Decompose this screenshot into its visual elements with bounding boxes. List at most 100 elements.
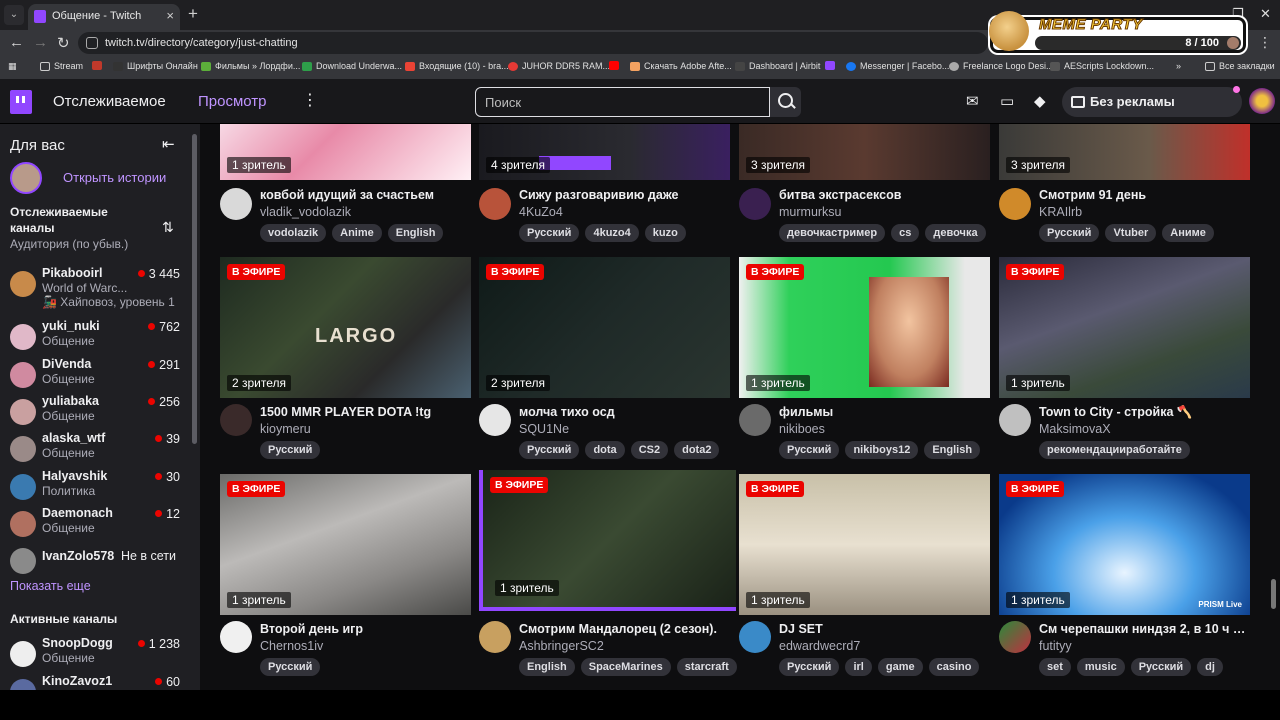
whispers-icon[interactable]: ▭ bbox=[1000, 92, 1014, 110]
sidebar-scrollbar[interactable] bbox=[192, 134, 197, 444]
tag[interactable]: English bbox=[924, 441, 981, 459]
channel-name[interactable]: edwardwecrd7 bbox=[779, 639, 860, 653]
close-window-icon[interactable]: ✕ bbox=[1260, 6, 1271, 22]
more-bookmarks-icon[interactable]: » bbox=[1176, 61, 1181, 71]
avatar[interactable] bbox=[220, 188, 252, 220]
tag[interactable]: Русский bbox=[519, 441, 580, 459]
stream-thumbnail[interactable]: В ЭФИРЕ 1 зритель bbox=[220, 474, 471, 615]
url-field[interactable]: twitch.tv/directory/category/just-chatti… bbox=[78, 32, 988, 54]
bookmark-item[interactable]: AEScripts Lockdown... bbox=[1050, 61, 1154, 71]
bookmark-item[interactable]: Входящие (10) - bra... bbox=[405, 61, 509, 71]
stream-thumbnail[interactable]: 3 зрителя bbox=[999, 124, 1250, 180]
sidebar-channel-offline[interactable]: IvanZolo578 Не в сети bbox=[0, 541, 196, 579]
tag[interactable]: Русский bbox=[260, 441, 321, 459]
stream-thumbnail[interactable]: В ЭФИРЕ 1 зритель bbox=[739, 474, 990, 615]
site-info-icon[interactable] bbox=[86, 37, 98, 49]
channel-name[interactable]: MaksimovaX bbox=[1039, 422, 1111, 436]
stream-title[interactable]: Town to City - стройка 🪓 bbox=[1039, 405, 1249, 420]
avatar[interactable] bbox=[220, 621, 252, 653]
channel-name[interactable]: nikiboes bbox=[779, 422, 825, 436]
bits-icon[interactable]: ◆ bbox=[1034, 92, 1046, 110]
tag[interactable]: Anime bbox=[332, 224, 382, 242]
bookmark-item[interactable]: Dashboard | Airbit bbox=[735, 61, 820, 71]
sidebar-channel[interactable]: Pikabooirl World of Warc... 3 445 🚂 Хайп… bbox=[0, 264, 196, 309]
stream-title[interactable]: DJ SET bbox=[779, 622, 989, 636]
back-arrow-icon[interactable]: ← bbox=[9, 34, 24, 51]
stream-card[interactable]: В ЭФИРЕ 1 зритель Второй день игр Cherno… bbox=[220, 474, 471, 690]
tag[interactable]: starcraft bbox=[676, 658, 737, 676]
tag[interactable]: music bbox=[1076, 658, 1125, 676]
stream-thumbnail[interactable]: В ЭФИРЕ 1 зритель bbox=[739, 257, 990, 398]
tag[interactable]: irl bbox=[845, 658, 872, 676]
tag[interactable]: vodolazik bbox=[260, 224, 327, 242]
bookmark-item[interactable]: Фильмы » Лордфи... bbox=[201, 61, 300, 71]
stream-card[interactable]: В ЭФИРЕ 1 зритель PRISM Live См черепашк… bbox=[999, 474, 1250, 690]
no-ads-button[interactable]: Без рекламы бесплатно bbox=[1062, 86, 1242, 139]
avatar[interactable] bbox=[479, 188, 511, 220]
tag[interactable]: Русский bbox=[779, 658, 840, 676]
stream-card[interactable]: LARGO В ЭФИРЕ 2 зрителя 1500 MMR PLAYER … bbox=[220, 257, 471, 474]
tag[interactable]: Русский bbox=[1039, 224, 1100, 242]
bookmark-item[interactable]: Stream bbox=[40, 61, 83, 71]
bookmark-item[interactable]: Freelance Logo Desi... bbox=[949, 61, 1054, 71]
stream-thumbnail[interactable]: В ЭФИРЕ 1 зритель bbox=[999, 257, 1250, 398]
channel-name[interactable]: 4KuZo4 bbox=[519, 205, 563, 219]
stream-thumbnail[interactable]: 3 зрителя bbox=[739, 124, 990, 180]
search-icon[interactable] bbox=[770, 87, 801, 117]
bookmark-item[interactable]: Шрифты Онлайн bbox=[113, 61, 198, 71]
stream-thumbnail[interactable]: В ЭФИРЕ 2 зрителя bbox=[479, 257, 730, 398]
channel-name[interactable]: KRAIlrb bbox=[1039, 205, 1082, 219]
tag[interactable]: kuzo bbox=[644, 224, 686, 242]
user-avatar[interactable] bbox=[1249, 88, 1275, 114]
tag[interactable]: CS2 bbox=[630, 441, 669, 459]
tag[interactable]: Русский bbox=[260, 658, 321, 676]
avatar[interactable] bbox=[739, 404, 771, 436]
forward-arrow-icon[interactable]: → bbox=[33, 34, 48, 51]
channel-name[interactable]: Chernos1iv bbox=[260, 639, 323, 653]
bookmark-item[interactable] bbox=[825, 61, 835, 70]
collapse-sidebar-icon[interactable]: ⇤ bbox=[162, 135, 175, 153]
tag[interactable]: dota2 bbox=[674, 441, 720, 459]
stream-card-hovered[interactable]: В ЭФИРЕ 1 зритель Смотрим Мандалорец (2 … bbox=[479, 470, 737, 690]
tag[interactable]: рекомендацииработайте bbox=[1039, 441, 1190, 459]
nav-following[interactable]: Отслеживаемое bbox=[53, 93, 166, 110]
avatar[interactable] bbox=[739, 188, 771, 220]
show-more-link[interactable]: Показать еще bbox=[10, 579, 91, 593]
nav-browse[interactable]: Просмотр bbox=[198, 93, 267, 110]
channel-name[interactable]: kioymeru bbox=[260, 422, 311, 436]
tag[interactable]: Русский bbox=[519, 224, 580, 242]
stream-thumbnail[interactable]: В ЭФИРЕ 1 зритель bbox=[479, 470, 736, 611]
stream-title[interactable]: 1500 MMR PLAYER DOTA !tg bbox=[260, 405, 470, 419]
tag[interactable]: dota bbox=[585, 441, 625, 459]
sort-icon[interactable]: ⇅ bbox=[162, 219, 174, 236]
avatar[interactable] bbox=[739, 621, 771, 653]
stream-title[interactable]: Сижу разговаривию даже bbox=[519, 188, 729, 202]
tag[interactable]: nikiboys12 bbox=[845, 441, 919, 459]
reload-icon[interactable]: ↻ bbox=[57, 34, 70, 52]
tag[interactable]: game bbox=[877, 658, 923, 676]
bookmark-item[interactable]: JUHOR DDR5 RAM... bbox=[508, 61, 610, 71]
search-input[interactable] bbox=[475, 87, 770, 117]
channel-name[interactable]: futityy bbox=[1039, 639, 1072, 653]
stream-title[interactable]: См черепашки ниндзя 2, в 10 ч оч... bbox=[1039, 622, 1249, 636]
channel-name[interactable]: murmurksu bbox=[779, 205, 842, 219]
twitch-logo-icon[interactable] bbox=[10, 90, 32, 114]
stream-card[interactable]: В ЭФИРЕ 1 зритель фильмы nikiboes Русски… bbox=[739, 257, 990, 474]
tag[interactable]: cs bbox=[891, 224, 920, 242]
tag[interactable]: dj bbox=[1197, 658, 1223, 676]
stories-avatar[interactable] bbox=[10, 162, 42, 194]
stream-title[interactable]: молча тихо осд bbox=[519, 405, 729, 419]
stream-title[interactable]: Смотрим 91 день bbox=[1039, 188, 1249, 202]
tag[interactable]: Vtuber bbox=[1105, 224, 1157, 242]
tag[interactable]: English bbox=[387, 224, 444, 242]
avatar[interactable] bbox=[479, 621, 511, 653]
more-options-icon[interactable]: ⋮ bbox=[302, 90, 318, 110]
sidebar-channel[interactable]: Daemonach Общение 12 bbox=[0, 504, 196, 542]
sidebar-channel[interactable]: KinoZavoz1 60 bbox=[0, 672, 196, 690]
tag[interactable]: Русский bbox=[779, 441, 840, 459]
bookmark-item[interactable] bbox=[92, 61, 102, 70]
stream-card[interactable]: В ЭФИРЕ 2 зрителя молча тихо осд SQU1Ne … bbox=[479, 257, 730, 474]
avatar[interactable] bbox=[999, 188, 1031, 220]
stream-thumbnail[interactable]: 4 зрителя bbox=[479, 124, 730, 180]
tag[interactable]: Русский bbox=[1130, 658, 1192, 676]
